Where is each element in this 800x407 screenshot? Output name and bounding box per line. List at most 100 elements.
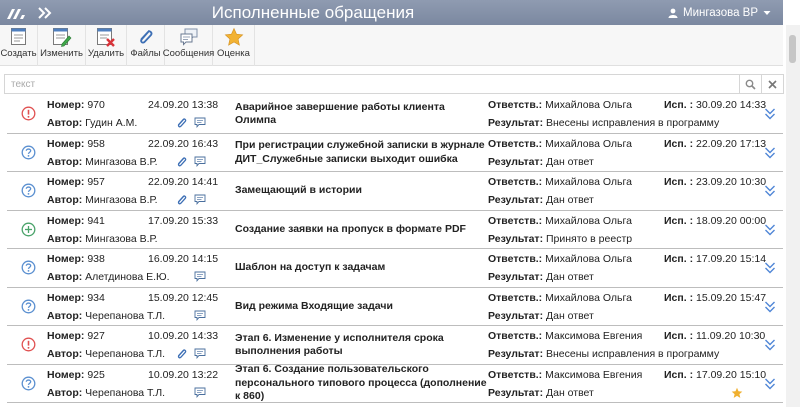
request-result: Результат: Внесены исправления в програм… — [488, 117, 720, 129]
scrollbar-thumb[interactable] — [789, 35, 796, 63]
request-number: Номер: 941 — [47, 214, 105, 227]
attachment-icon[interactable] — [176, 156, 187, 168]
search-input[interactable] — [5, 75, 739, 93]
request-row[interactable]: Номер: 970 24.09.20 13:38 Автор: Гудин А.М… — [7, 95, 783, 134]
request-number: Номер: 958 — [47, 137, 105, 150]
delete-button[interactable]: Удалить — [86, 25, 127, 66]
create-button[interactable]: Создать — [0, 25, 38, 66]
message-icon[interactable] — [194, 117, 206, 129]
page-title: Исполненные обращения — [211, 2, 415, 22]
expand-chevron-icon[interactable] — [764, 146, 776, 160]
search-bar — [4, 74, 784, 94]
paperclip-icon — [139, 30, 152, 44]
caret-down-icon — [763, 10, 771, 15]
request-subject[interactable]: Аварийное завершение работы клиента Олим… — [235, 95, 487, 133]
rating-button[interactable]: Оценка — [213, 25, 255, 66]
request-executed: Исп. : 11.09.20 10:30 — [664, 330, 766, 342]
request-subject[interactable]: Шаблон на доступ к задачам — [235, 249, 487, 287]
request-subject[interactable]: Замещающий в истории — [235, 172, 487, 210]
request-date: 22.09.20 16:43 — [148, 137, 219, 150]
edit-button[interactable]: Изменить — [38, 25, 86, 66]
messages-button[interactable]: Сообщения — [162, 25, 215, 66]
message-icon[interactable] — [194, 310, 206, 321]
request-row[interactable]: Номер: 927 10.09.20 14:33 Автор: Черепанов… — [7, 326, 783, 365]
expand-chevron-icon[interactable] — [764, 107, 776, 121]
request-row[interactable]: Номер: 941 17.09.20 15:33 Автор: Мингазова… — [7, 211, 783, 249]
chat-bubbles-icon — [180, 28, 197, 46]
request-author: Автор: Мингазова В.Р. — [47, 155, 158, 168]
request-date: 10.09.20 14:33 — [148, 330, 219, 342]
request-subject[interactable]: Этап 6. Изменение у исполнителя срока вы… — [235, 326, 487, 364]
files-button-label: Файлы — [130, 48, 161, 59]
requests-list: Номер: 970 24.09.20 13:38 Автор: Гудин А.М… — [7, 95, 783, 403]
double-chevron-right-icon[interactable] — [32, 0, 58, 25]
exclamation-circle-icon — [21, 106, 36, 121]
request-date: 22.09.20 14:41 — [148, 176, 219, 188]
request-responsible: Ответств.: Михайлова Ольга — [488, 99, 632, 111]
expand-chevron-icon[interactable] — [764, 184, 776, 198]
delete-button-label: Удалить — [87, 48, 125, 59]
message-icon[interactable] — [194, 348, 206, 360]
attachment-icon[interactable] — [176, 194, 187, 206]
files-button[interactable]: Файлы — [127, 25, 165, 66]
request-responsible: Ответств.: Максимова Евгения — [488, 330, 643, 342]
edit-doc-icon — [52, 28, 71, 47]
messages-button-label: Сообщения — [162, 48, 215, 59]
request-subject[interactable]: При регистрации служебной записки в журн… — [235, 134, 487, 172]
request-result: Результат: Принято в реестр — [488, 232, 633, 245]
star-icon — [224, 27, 243, 46]
app-logo-icon[interactable] — [0, 0, 32, 25]
header-bar: Исполненные обращения Мингазова ВР — [0, 0, 783, 25]
request-author: Автор: Черепанова Т.Л. — [47, 348, 166, 360]
request-result: Результат: Дан ответ — [488, 155, 594, 168]
request-date: 10.09.20 13:22 — [148, 368, 219, 381]
request-date: 15.09.20 12:45 — [148, 291, 219, 304]
request-responsible: Ответств.: Михайлова Ольга — [488, 253, 632, 265]
request-author: Автор: Мингазова В.Р. — [47, 232, 158, 245]
rating-star-icon — [731, 387, 743, 399]
expand-chevron-icon[interactable] — [764, 338, 776, 352]
request-result: Результат: Дан ответ — [488, 271, 594, 283]
message-icon[interactable] — [194, 194, 206, 206]
request-row[interactable]: Номер: 934 15.09.20 12:45 Автор: Черепанов… — [7, 288, 783, 326]
app-window: Исполненные обращения Мингазова ВР Созда… — [0, 0, 800, 407]
clear-search-icon[interactable] — [761, 75, 783, 93]
message-icon[interactable] — [194, 387, 206, 398]
request-number: Номер: 927 — [47, 330, 105, 342]
create-doc-icon — [10, 28, 26, 45]
expand-chevron-icon[interactable] — [764, 377, 776, 391]
request-row[interactable]: Номер: 958 22.09.20 16:43 Автор: Мингазова… — [7, 134, 783, 172]
toolbar: Создать Изменить Удалить Файлы Сообщения… — [0, 25, 783, 66]
request-subject[interactable]: Вид режима Входящие задачи — [235, 288, 487, 326]
exclamation-circle-icon — [21, 337, 36, 352]
request-responsible: Ответств.: Михайлова Ольга — [488, 137, 632, 150]
expand-chevron-icon[interactable] — [764, 300, 776, 314]
question-circle-icon — [21, 145, 36, 160]
request-author: Автор: Алетдинова Е.Ю. — [47, 271, 170, 283]
request-subject[interactable]: Этап 6. Создание пользовательского персо… — [235, 363, 487, 403]
request-author: Автор: Гудин А.М. — [47, 117, 138, 129]
message-icon[interactable] — [194, 156, 206, 167]
user-menu[interactable]: Мингазова ВР — [668, 7, 783, 19]
expand-chevron-icon[interactable] — [764, 261, 776, 275]
vertical-scrollbar[interactable] — [786, 25, 800, 407]
request-author: Автор: Черепанова Т.Л. — [47, 309, 166, 322]
expand-chevron-icon[interactable] — [764, 223, 776, 237]
request-result: Результат: Дан ответ — [488, 386, 594, 399]
attachment-icon[interactable] — [176, 117, 187, 129]
request-date: 16.09.20 14:15 — [148, 253, 219, 265]
request-responsible: Ответств.: Максимова Евгения — [488, 368, 643, 381]
request-number: Номер: 925 — [47, 368, 105, 381]
request-row[interactable]: Номер: 925 10.09.20 13:22 Автор: Черепанов… — [7, 363, 783, 403]
request-executed: Исп. : 15.09.20 15:47 — [664, 291, 767, 304]
question-circle-icon — [21, 299, 36, 314]
request-result: Результат: Дан ответ — [488, 309, 594, 322]
request-subject[interactable]: Создание заявки на пропуск в формате PDF — [235, 211, 487, 249]
message-icon[interactable] — [194, 271, 206, 283]
request-result: Результат: Дан ответ — [488, 194, 594, 206]
search-icon[interactable] — [739, 75, 761, 93]
question-circle-icon — [21, 183, 36, 198]
request-row[interactable]: Номер: 938 16.09.20 14:15 Автор: Алетдинов… — [7, 249, 783, 288]
request-row[interactable]: Номер: 957 22.09.20 14:41 Автор: Мингазова… — [7, 172, 783, 211]
attachment-icon[interactable] — [176, 348, 187, 360]
